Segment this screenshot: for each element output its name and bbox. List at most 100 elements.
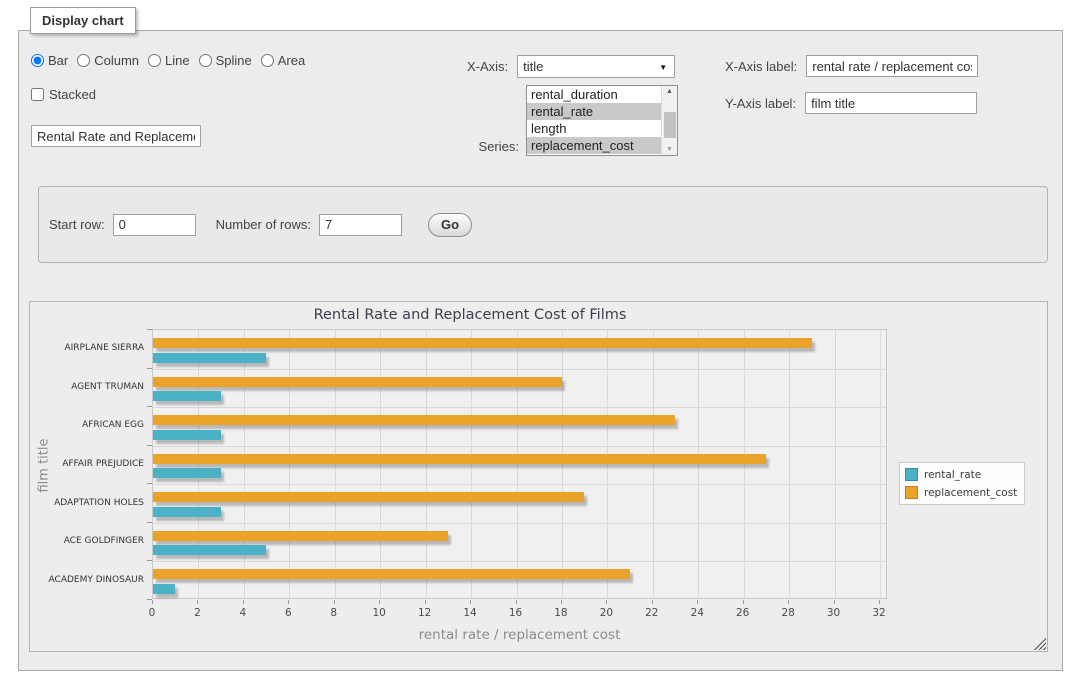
chart-type-option-spline[interactable]: Spline — [199, 53, 252, 68]
replacement_cost-bar[interactable] — [153, 492, 584, 502]
x-tick-label: 30 — [814, 607, 854, 619]
replacement_cost-bar[interactable] — [153, 338, 812, 348]
num-rows-input[interactable] — [319, 214, 402, 236]
x-tick-mark — [743, 600, 744, 604]
y-tick-mark — [147, 560, 152, 561]
rental_rate-bar[interactable] — [153, 353, 266, 363]
x-tick-mark — [425, 600, 426, 604]
x-tick-label: 26 — [723, 607, 763, 619]
x-tick-mark — [561, 600, 562, 604]
x-tick-mark — [288, 600, 289, 604]
gridline — [835, 330, 836, 598]
y-axis-label-label: Y-Axis label: — [725, 96, 796, 111]
x-axis-label-input[interactable] — [806, 55, 978, 77]
x-tick-label: 4 — [223, 607, 263, 619]
series-option-length[interactable]: length — [527, 120, 661, 137]
stacked-option[interactable]: Stacked — [31, 87, 96, 102]
series-label: Series: — [447, 139, 519, 154]
y-tick-mark — [147, 368, 152, 369]
rental_rate-bar[interactable] — [153, 468, 221, 478]
replacement_cost-bar[interactable] — [153, 454, 766, 464]
x-tick-mark — [834, 600, 835, 604]
gridline — [744, 330, 745, 598]
gridline — [426, 330, 427, 598]
y-tick-mark — [147, 522, 152, 523]
x-tick-label: 12 — [405, 607, 445, 619]
go-button[interactable]: Go — [428, 213, 472, 237]
chart-type-radio-label: Line — [165, 53, 190, 68]
x-tick-mark — [516, 600, 517, 604]
y-tick-mark — [147, 483, 152, 484]
chart-type-option-line[interactable]: Line — [148, 53, 190, 68]
y-category-label: AFRICAN EGG — [38, 420, 144, 430]
gridline — [153, 446, 886, 447]
legend-swatch-replacement_cost — [905, 486, 918, 499]
x-tick-mark — [606, 600, 607, 604]
stacked-checkbox[interactable] — [31, 88, 44, 101]
y-axis-label-input[interactable] — [805, 92, 977, 114]
chart-type-radio-bar[interactable] — [31, 54, 44, 67]
series-option-replacement_cost[interactable]: replacement_cost — [527, 137, 661, 154]
chart-type-radio-area[interactable] — [261, 54, 274, 67]
gridline — [289, 330, 290, 598]
x-tick-mark — [152, 600, 153, 604]
x-tick-mark — [879, 600, 880, 604]
x-tick-label: 0 — [132, 607, 172, 619]
x-tick-mark — [652, 600, 653, 604]
x-tick-label: 10 — [359, 607, 399, 619]
scroll-down-icon[interactable]: ▼ — [662, 146, 677, 153]
replacement_cost-bar[interactable] — [153, 531, 448, 541]
x-tick-label: 16 — [496, 607, 536, 619]
legend-swatch-rental_rate — [905, 468, 918, 481]
chart-type-radio-label: Area — [278, 53, 305, 68]
rental_rate-bar[interactable] — [153, 545, 266, 555]
chart-title-input[interactable] — [31, 125, 201, 147]
series-listbox[interactable]: rental_durationrental_ratelengthreplacem… — [526, 85, 678, 156]
legend-label: replacement_cost — [924, 487, 1017, 499]
x-tick-label: 6 — [268, 607, 308, 619]
gridline — [380, 330, 381, 598]
gridline — [153, 369, 886, 370]
chart-title: Rental Rate and Replacement Cost of Film… — [30, 307, 910, 323]
rental_rate-bar[interactable] — [153, 430, 221, 440]
legend-label: rental_rate — [924, 469, 981, 481]
y-category-label: AFFAIR PREJUDICE — [38, 459, 144, 469]
chart-type-option-area[interactable]: Area — [261, 53, 305, 68]
x-tick-label: 24 — [677, 607, 717, 619]
y-category-label: ACE GOLDFINGER — [38, 536, 144, 546]
chart-type-radio-line[interactable] — [148, 54, 161, 67]
start-row-input[interactable] — [113, 214, 196, 236]
replacement_cost-bar[interactable] — [153, 569, 630, 579]
x-tick-label: 32 — [859, 607, 899, 619]
y-category-label: ADAPTATION HOLES — [38, 498, 144, 508]
resize-grip-icon[interactable] — [1034, 638, 1046, 650]
series-options: rental_durationrental_ratelengthreplacem… — [527, 86, 661, 155]
legend-item: rental_rate — [905, 468, 1017, 481]
scroll-up-icon[interactable]: ▲ — [662, 88, 677, 95]
gridline — [653, 330, 654, 598]
rental_rate-bar[interactable] — [153, 507, 221, 517]
chart-type-radio-column[interactable] — [77, 54, 90, 67]
replacement_cost-bar[interactable] — [153, 377, 562, 387]
chart-type-radio-spline[interactable] — [199, 54, 212, 67]
x-tick-mark — [334, 600, 335, 604]
chart-type-option-bar[interactable]: Bar — [31, 53, 68, 68]
replacement_cost-bar[interactable] — [153, 415, 675, 425]
series-option-rental_rate[interactable]: rental_rate — [527, 103, 661, 120]
rental_rate-bar[interactable] — [153, 391, 221, 401]
scrollbar-thumb[interactable] — [664, 112, 676, 138]
gridline — [880, 330, 881, 598]
listbox-scrollbar[interactable]: ▲ ▼ — [661, 86, 677, 155]
y-category-label: AGENT TRUMAN — [38, 382, 144, 392]
x-axis-field: X-Axis: title ▼ — [467, 55, 675, 78]
x-axis-select[interactable]: title ▼ — [517, 55, 675, 78]
gridline — [153, 484, 886, 485]
x-axis-select-label: X-Axis: — [467, 59, 508, 74]
panel-title: Display chart — [30, 7, 136, 34]
series-option-rental_duration[interactable]: rental_duration — [527, 86, 661, 103]
chart-type-option-column[interactable]: Column — [77, 53, 139, 68]
y-tick-mark — [147, 406, 152, 407]
chart-legend: rental_rate replacement_cost — [899, 462, 1025, 505]
y-tick-mark — [147, 329, 152, 330]
rental_rate-bar[interactable] — [153, 584, 175, 594]
